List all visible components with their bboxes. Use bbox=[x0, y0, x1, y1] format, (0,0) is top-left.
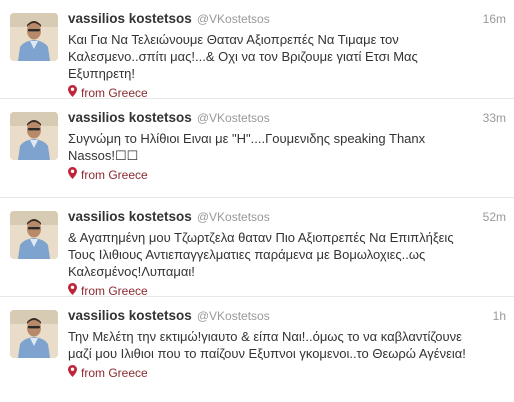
location-label: from Greece bbox=[81, 365, 148, 380]
tweet-timestamp[interactable]: 1h bbox=[493, 309, 506, 323]
tweet-text-line: Nassos!☐☐ bbox=[68, 148, 139, 163]
user-fullname[interactable]: vassilios kostetsos bbox=[68, 11, 192, 26]
tweet-text: Συγνώμη το Ηλίθιοι Ειναι με "Η"....Γουμε… bbox=[68, 130, 506, 164]
tweet-header: vassilios kostetsos @VKostetsos 1h bbox=[68, 308, 506, 326]
tweet-text-line: Τους Ιλιθιους Αντιεπαγγελματιες παράμενα… bbox=[68, 247, 426, 262]
tweet-location[interactable]: from Greece bbox=[68, 365, 506, 380]
tweet-timestamp[interactable]: 16m bbox=[483, 12, 506, 26]
user-handle[interactable]: @VKostetsos bbox=[197, 210, 270, 224]
tweet-location[interactable]: from Greece bbox=[68, 85, 506, 100]
tweet-header: vassilios kostetsos @VKostetsos 52m bbox=[68, 209, 506, 227]
tweet-timestamp[interactable]: 33m bbox=[483, 111, 506, 125]
tweet-text-line: Καλεσμενο..σπίτι μας!...& Οχι να τον Βρι… bbox=[68, 49, 418, 64]
map-pin-icon bbox=[68, 365, 77, 380]
tweet-timestamp[interactable]: 52m bbox=[483, 210, 506, 224]
location-label: from Greece bbox=[81, 283, 148, 298]
tweet-text: Και Για Να Τελειώνουμε Θαταν Αξιοπρεπές … bbox=[68, 31, 506, 82]
tweet-item[interactable]: vassilios kostetsos @VKostetsos 16m Και … bbox=[0, 0, 514, 100]
tweet-text-line: & Αγαπημένη μου Τζωρτζελα θαταν Πιο Αξιο… bbox=[68, 230, 454, 245]
tweet-item[interactable]: vassilios kostetsos @VKostetsos 1h Την Μ… bbox=[0, 297, 514, 396]
tweet-item[interactable]: vassilios kostetsos @VKostetsos 52m & Αγ… bbox=[0, 198, 514, 298]
map-pin-icon bbox=[68, 167, 77, 182]
tweet-text-line: Συγνώμη το Ηλίθιοι Ειναι με "Η"....Γουμε… bbox=[68, 131, 426, 146]
tweet-header: vassilios kostetsos @VKostetsos 16m bbox=[68, 11, 506, 29]
avatar[interactable] bbox=[10, 112, 58, 160]
tweet-text: Την Μελέτη την εκτιμώ!γιαυτο & είπα Ναι!… bbox=[68, 328, 506, 362]
profile-photo-icon bbox=[10, 112, 58, 160]
tweet-text: & Αγαπημένη μου Τζωρτζελα θαταν Πιο Αξιο… bbox=[68, 229, 506, 280]
user-handle[interactable]: @VKostetsos bbox=[197, 12, 270, 26]
user-fullname[interactable]: vassilios kostetsos bbox=[68, 308, 192, 323]
user-handle[interactable]: @VKostetsos bbox=[197, 111, 270, 125]
tweet-text-line: Καλεσμένος!Λυπαμαι! bbox=[68, 264, 195, 279]
user-handle[interactable]: @VKostetsos bbox=[197, 309, 270, 323]
profile-photo-icon bbox=[10, 211, 58, 259]
tweet-text-line: Την Μελέτη την εκτιμώ!γιαυτο & είπα Ναι!… bbox=[68, 329, 462, 344]
location-label: from Greece bbox=[81, 167, 148, 182]
tweet-feed: vassilios kostetsos @VKostetsos 16m Και … bbox=[0, 0, 514, 396]
tweet-location[interactable]: from Greece bbox=[68, 283, 506, 298]
avatar[interactable] bbox=[10, 310, 58, 358]
avatar[interactable] bbox=[10, 13, 58, 61]
profile-photo-icon bbox=[10, 13, 58, 61]
tweet-item[interactable]: vassilios kostetsos @VKostetsos 33m Συγν… bbox=[0, 99, 514, 198]
map-pin-icon bbox=[68, 85, 77, 100]
location-label: from Greece bbox=[81, 85, 148, 100]
user-fullname[interactable]: vassilios kostetsos bbox=[68, 209, 192, 224]
profile-photo-icon bbox=[10, 310, 58, 358]
map-pin-icon bbox=[68, 283, 77, 298]
tweet-header: vassilios kostetsos @VKostetsos 33m bbox=[68, 110, 506, 128]
tweet-text-line: Και Για Να Τελειώνουμε Θαταν Αξιοπρεπές … bbox=[68, 32, 399, 47]
tweet-location[interactable]: from Greece bbox=[68, 167, 506, 182]
avatar[interactable] bbox=[10, 211, 58, 259]
tweet-text-line: μαζί μου Ιλιθιοι που το παίζουν Εξυπνοι … bbox=[68, 346, 466, 361]
user-fullname[interactable]: vassilios kostetsos bbox=[68, 110, 192, 125]
tweet-text-line: Εξυπηρετη! bbox=[68, 66, 135, 81]
